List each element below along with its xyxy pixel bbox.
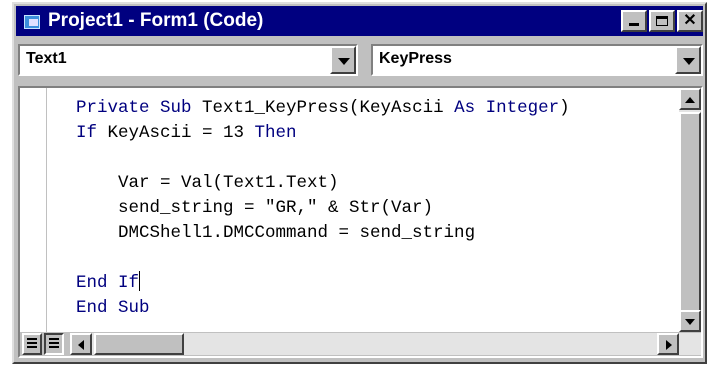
full-module-view-icon [49, 338, 59, 350]
minimize-button[interactable] [621, 10, 647, 32]
editor-bottom-bar [20, 332, 701, 356]
code-line[interactable]: DMCShell1.DMCCommand = send_string [76, 221, 570, 246]
procedure-combo[interactable]: KeyPress [371, 44, 703, 76]
close-button[interactable]: ✕ [677, 10, 703, 32]
code-token: send_string = "GR," & Str(Var) [76, 198, 434, 218]
object-combo-value: Text1 [26, 50, 67, 67]
maximize-icon [656, 16, 668, 26]
arrow-left-icon [78, 340, 84, 350]
code-text[interactable]: Private Sub Text1_KeyPress(KeyAscii As I… [76, 96, 570, 321]
horizontal-scrollbar[interactable] [70, 333, 701, 355]
code-line[interactable]: End If [76, 271, 570, 296]
window-title: Project1 - Form1 (Code) [48, 10, 264, 31]
code-line[interactable]: Private Sub Text1_KeyPress(KeyAscii As I… [76, 96, 570, 121]
code-keyword: As Integer [454, 98, 560, 118]
code-line[interactable]: End Sub [76, 296, 570, 321]
code-window: Project1 - Form1 (Code) ✕ Text1 KeyPress… [12, 2, 707, 364]
vertical-scroll-thumb[interactable] [679, 112, 701, 312]
maximize-button[interactable] [649, 10, 675, 32]
code-line[interactable]: Var = Val(Text1.Text) [76, 171, 570, 196]
vb-form-icon[interactable] [24, 13, 42, 29]
code-keyword: If [76, 123, 108, 143]
code-keyword: End Sub [76, 298, 150, 318]
code-token: ) [559, 98, 570, 118]
code-keyword: Private Sub [76, 98, 203, 118]
code-keyword: End If [76, 273, 140, 293]
code-token: Text1_KeyPress(KeyAscii [202, 98, 455, 118]
code-line[interactable] [76, 246, 570, 271]
arrow-right-icon [666, 340, 672, 350]
horizontal-scroll-thumb[interactable] [94, 333, 184, 355]
scroll-left-button[interactable] [70, 333, 92, 355]
object-combo[interactable]: Text1 [18, 44, 358, 76]
code-token: Var = Val(Text1.Text) [76, 173, 339, 193]
code-line[interactable]: send_string = "GR," & Str(Var) [76, 196, 570, 221]
code-token: KeyAscii = 13 [107, 123, 255, 143]
code-keyword: Then [254, 123, 297, 143]
code-token: DMCShell1.DMCCommand = send_string [76, 223, 476, 243]
chevron-down-icon [338, 58, 350, 65]
chevron-down-icon [683, 58, 695, 65]
code-editor[interactable]: Private Sub Text1_KeyPress(KeyAscii As I… [18, 86, 703, 358]
procedure-view-icon [27, 338, 37, 350]
full-module-view-button[interactable] [44, 333, 64, 355]
scroll-down-button[interactable] [679, 310, 701, 332]
title-bar[interactable]: Project1 - Form1 (Code) ✕ [16, 6, 703, 36]
code-line[interactable]: If KeyAscii = 13 Then [76, 121, 570, 146]
arrow-down-icon [685, 319, 695, 325]
procedure-combo-value: KeyPress [379, 50, 452, 67]
text-caret [139, 271, 141, 291]
procedure-combo-dropdown-button[interactable] [675, 46, 701, 74]
code-line[interactable] [76, 146, 570, 171]
margin-indicator-bar[interactable] [20, 88, 47, 332]
arrow-up-icon [685, 97, 695, 103]
scroll-right-button[interactable] [657, 333, 679, 355]
close-icon: ✕ [683, 12, 697, 29]
vertical-scrollbar[interactable] [679, 88, 701, 332]
procedure-view-button[interactable] [22, 333, 42, 355]
object-combo-dropdown-button[interactable] [330, 46, 356, 74]
minimize-icon [629, 23, 639, 26]
scroll-up-button[interactable] [679, 88, 701, 110]
